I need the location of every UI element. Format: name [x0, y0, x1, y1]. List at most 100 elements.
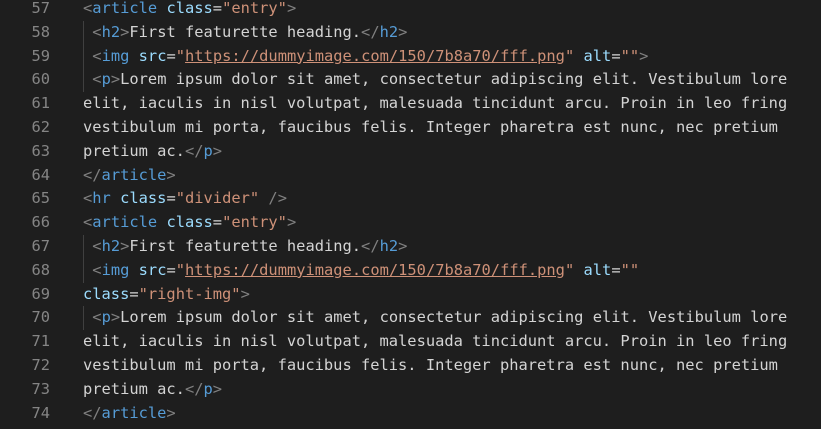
code-token-tag: h2 — [379, 237, 399, 255]
code-text: <article class="entry"> — [83, 0, 296, 21]
line-number: 71 — [31, 332, 50, 351]
code-token-txt: = — [129, 284, 139, 303]
code-token-url[interactable]: https://dummyimage.com/150/7b8a70/fff.pn… — [185, 261, 565, 279]
code-token-tag: article — [92, 213, 158, 232]
code-token-str: " — [564, 46, 575, 65]
code-text: <img src= "https://dummyimage.com/150/7b8… — [83, 259, 639, 283]
code-token-punc: > — [286, 0, 297, 17]
code-token-punc: > — [212, 379, 223, 398]
line-number: 68 — [31, 260, 50, 279]
code-text: <hr class="divider" /> — [83, 187, 287, 211]
code-token-punc: > — [398, 22, 408, 41]
code-token-txt: vestibulum mi porta, faucibus felis. Int… — [83, 118, 778, 136]
code-token-punc: > — [240, 284, 250, 303]
code-token-punc: > — [120, 237, 130, 255]
code-token-tag: h2 — [101, 237, 121, 255]
line-number: 60 — [31, 70, 50, 89]
line-number: 70 — [31, 308, 50, 327]
line-number: 63 — [31, 141, 50, 160]
code-token-tag: h2 — [101, 22, 121, 41]
code-line[interactable]: 61 elit, iaculis in nisl volutpat, malesu… — [0, 92, 821, 116]
code-token-str: "entry" — [222, 0, 287, 17]
code-token-txt: elit, iaculis in nisl volutpat, malesuad… — [83, 94, 788, 113]
code-token-attr: alt — [583, 46, 612, 65]
code-text: vestibulum mi porta, faucibus felis. Int… — [83, 354, 778, 378]
code-token-tag: p — [101, 308, 111, 327]
code-line[interactable]: 66 <article class="entry"> — [0, 211, 821, 235]
code-text: <p>Lorem ipsum dolor sit amet, consectet… — [83, 306, 787, 330]
code-text: <h2>First featurette heading.</h2> — [83, 235, 407, 259]
code-token-punc: </ — [184, 141, 204, 160]
code-token-txt: pretium ac. — [83, 141, 185, 160]
line-number: 66 — [31, 213, 50, 232]
code-token-tag: article — [101, 165, 167, 184]
line-number: 67 — [31, 237, 50, 255]
code-token-tag: img — [101, 260, 130, 279]
line-number: 74 — [31, 403, 50, 422]
code-line[interactable]: 72 vestibulum mi porta, faucibus felis. I… — [0, 354, 821, 378]
code-token-txt: = — [212, 0, 223, 17]
code-token-punc: < — [92, 237, 102, 255]
line-number: 64 — [31, 165, 50, 184]
code-token-txt: = — [611, 46, 621, 65]
code-text: </article> — [83, 402, 176, 426]
line-number: 72 — [31, 356, 50, 374]
code-line[interactable]: 58 <h2>First featurette heading.</h2> — [0, 20, 821, 45]
code-line[interactable]: 73 pretium ac.</p> — [0, 378, 821, 402]
code-token-attr: class — [120, 189, 167, 208]
code-token-txt: = — [166, 260, 176, 279]
code-token-attr: src — [138, 46, 167, 65]
code-token-punc: < — [92, 70, 102, 89]
line-number: 59 — [31, 46, 50, 65]
code-text: <article class="entry"> — [83, 211, 296, 235]
code-token-url[interactable]: https://dummyimage.com/150/7b8a70/fff.pn… — [185, 47, 565, 65]
code-line[interactable]: 71 elit, iaculis in nisl volutpat, malesu… — [0, 330, 821, 354]
code-line[interactable]: 63 pretium ac.</p> — [0, 140, 821, 164]
code-token-tag: hr — [92, 189, 111, 208]
code-text: vestibulum mi porta, faucibus felis. Int… — [83, 116, 778, 140]
code-token-punc: > — [639, 46, 649, 65]
code-line[interactable]: 60 <p>Lorem ipsum dolor sit amet, consec… — [0, 68, 821, 93]
code-line[interactable]: 62 vestibulum mi porta, faucibus felis. I… — [0, 116, 821, 140]
code-token-txt: elit, iaculis in nisl volutpat, malesuad… — [83, 332, 788, 351]
code-line[interactable]: 70 <p>Lorem ipsum dolor sit amet, consec… — [0, 306, 821, 331]
code-line[interactable]: 65 <hr class="divider" /> — [0, 187, 821, 211]
code-token-punc: </ — [83, 165, 102, 184]
code-token-txt: vestibulum mi porta, faucibus felis. Int… — [83, 356, 778, 374]
code-token-str: "entry" — [222, 213, 287, 232]
code-token-punc: < — [92, 46, 102, 65]
line-number: 65 — [31, 189, 50, 208]
line-number: 61 — [31, 94, 50, 113]
code-token-punc: > — [110, 308, 121, 327]
code-token-punc: </ — [361, 237, 380, 255]
code-token-tag: h2 — [379, 22, 399, 41]
code-line[interactable]: 64 </article> — [0, 164, 821, 188]
code-editor[interactable]: 57 <article class="entry"> 58 <h2>First fe… — [0, 0, 821, 429]
code-token-tag: p — [203, 379, 213, 398]
code-token-punc: > — [212, 141, 223, 160]
line-number: 73 — [31, 379, 50, 398]
code-text: <h2>First featurette heading.</h2> — [83, 21, 407, 45]
code-token-str: " — [564, 260, 575, 279]
code-line[interactable]: 59 <img src="https://dummyimage.com/150/… — [0, 44, 821, 69]
code-text: pretium ac.</p> — [83, 378, 222, 402]
code-text: </article> — [83, 164, 176, 188]
code-line[interactable]: 68 <img src= "https://dummyimage.com/150/… — [0, 258, 821, 283]
code-token-punc: < — [92, 260, 102, 279]
line-number: 57 — [31, 0, 50, 17]
code-token-str: "divider" — [175, 189, 260, 208]
code-token-txt: First featurette heading. — [129, 22, 362, 41]
code-text: elit, iaculis in nisl volutpat, malesuad… — [83, 330, 787, 354]
code-token-tag: p — [101, 70, 111, 89]
code-line[interactable]: 69 class="right-img"> — [0, 283, 821, 307]
code-line[interactable]: 57 <article class="entry"> — [0, 0, 821, 21]
code-text: <img src="https://dummyimage.com/150/7b8… — [83, 45, 648, 69]
code-line[interactable]: 74 </article> — [0, 402, 821, 426]
code-text: pretium ac.</p> — [83, 140, 222, 164]
code-line[interactable]: 67 <h2>First featurette heading.</h2> — [0, 235, 821, 259]
code-token-attr: src — [138, 260, 167, 279]
code-token-punc: > — [110, 70, 121, 89]
